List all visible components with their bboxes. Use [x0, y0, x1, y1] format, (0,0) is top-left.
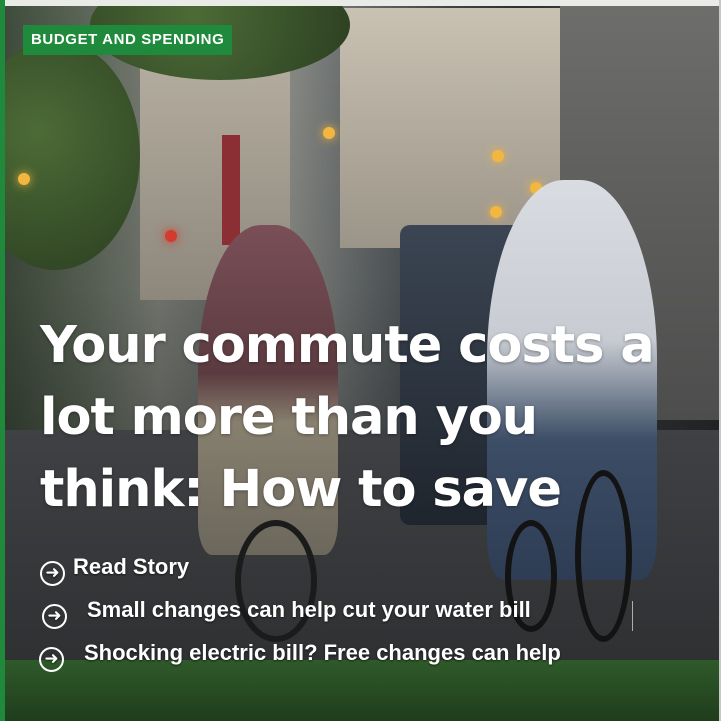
read-story-link[interactable]: ➜ Read Story	[40, 553, 700, 586]
divider	[632, 601, 633, 631]
top-border	[0, 0, 721, 6]
link-label: Small changes can help cut your water bi…	[87, 597, 531, 622]
photo-street-banner	[222, 135, 240, 245]
related-link-water-bill[interactable]: ➜ Small changes can help cut your water b…	[42, 596, 700, 629]
related-links-list: ➜ Read Story ➜ Small changes can help cut …	[39, 553, 700, 672]
photo-traffic-light	[165, 230, 177, 242]
circle-arrow-right-icon: ➜	[42, 604, 67, 629]
category-badge[interactable]: BUDGET AND SPENDING	[23, 25, 233, 55]
link-label: Read Story	[73, 554, 190, 579]
photo-light	[18, 173, 30, 185]
article-headline[interactable]: Your commute costs a lot more than you t…	[40, 310, 690, 526]
circle-arrow-right-icon: ➜	[40, 561, 65, 586]
circle-arrow-right-icon: ➜	[39, 647, 64, 672]
related-link-electric-bill[interactable]: ➜ Shocking electric bill? Free changes ca…	[39, 639, 700, 672]
link-label: Shocking electric bill? Free changes can…	[84, 640, 561, 665]
accent-bar	[0, 0, 5, 721]
photo-light	[492, 150, 504, 162]
photo-light	[490, 206, 502, 218]
article-card[interactable]: BUDGET AND SPENDING Your commute costs a…	[0, 0, 721, 721]
photo-tree	[0, 40, 140, 270]
photo-light	[323, 127, 335, 139]
